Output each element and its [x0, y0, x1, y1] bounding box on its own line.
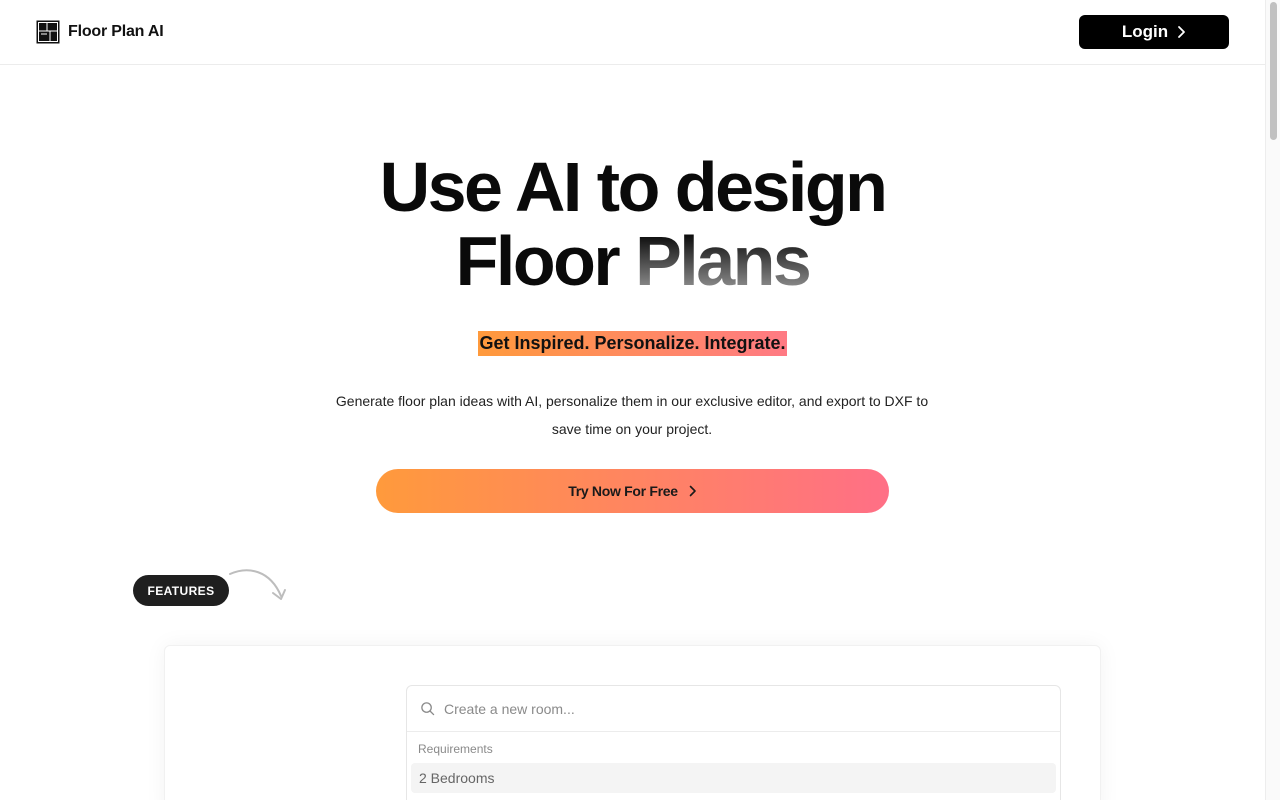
login-button-label: Login [1121, 22, 1169, 41]
hero-title-word-plans: Plans [635, 222, 812, 300]
chevron-right-icon [1178, 26, 1186, 38]
login-button[interactable]: Login [1079, 15, 1229, 49]
floor-plan-logo-icon [36, 20, 60, 44]
search-icon [421, 702, 435, 716]
top-navbar: Floor Plan AI Login [0, 0, 1265, 65]
hero-title-line-2: Floor Plans [0, 224, 1265, 298]
brand[interactable]: Floor Plan AI [36, 20, 164, 44]
hero-title-word-floor: Floor [455, 222, 621, 300]
feature-demo-card: Requirements 2 Bedrooms [164, 645, 1101, 800]
command-palette: Requirements 2 Bedrooms [406, 685, 1061, 800]
brand-name: Floor Plan AI [68, 23, 164, 40]
hero-tagline: Get Inspired. Personalize. Integrate. [478, 331, 787, 356]
tagline-container: Get Inspired. Personalize. Integrate. [0, 331, 1265, 356]
hero-title: Use AI to design Floor Plans [0, 150, 1265, 298]
page-scrollbar[interactable] [1265, 0, 1280, 800]
try-now-button-label: Try Now For Free [568, 483, 678, 499]
curved-arrow-icon [229, 569, 286, 600]
requirements-group-label: Requirements [418, 742, 493, 756]
scrollbar-thumb[interactable] [1270, 2, 1277, 140]
hero-description: Generate floor plan ideas with AI, perso… [335, 393, 929, 437]
try-now-button[interactable]: Try Now For Free [376, 469, 889, 513]
hero-title-line-1: Use AI to design [379, 148, 888, 226]
command-search-bar [407, 686, 1060, 732]
requirement-item[interactable]: 2 Bedrooms [411, 763, 1056, 793]
create-room-input[interactable] [444, 700, 1004, 717]
features-badge: FEATURES [133, 575, 229, 606]
chevron-right-icon [689, 485, 696, 497]
